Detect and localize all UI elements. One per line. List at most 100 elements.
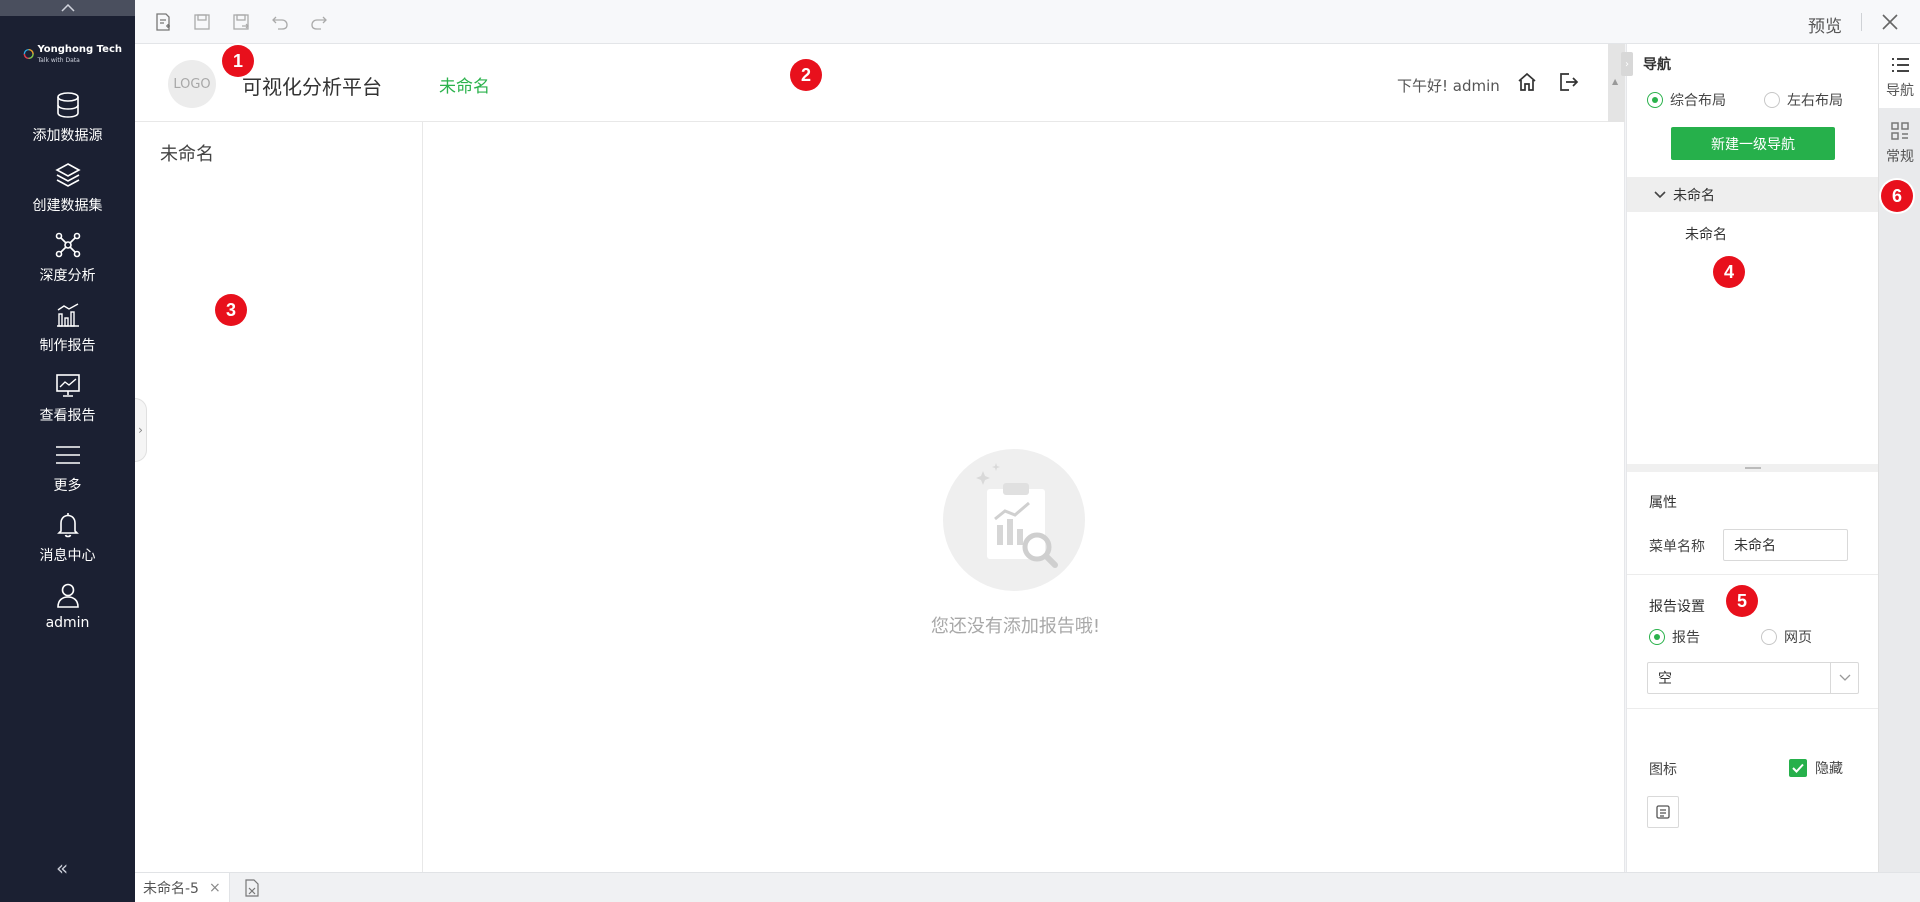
- nav-tree-parent-item[interactable]: 未命名: [1627, 177, 1879, 212]
- tab-general[interactable]: 常规: [1879, 110, 1920, 174]
- bar-chart-icon: [56, 303, 79, 327]
- annotation-marker-6: 6: [1881, 180, 1913, 212]
- report-select[interactable]: 空: [1647, 662, 1859, 694]
- icon-picker-button[interactable]: [1647, 796, 1679, 828]
- sidebar-item-more[interactable]: 更多: [0, 436, 135, 506]
- save-as-icon[interactable]: [230, 11, 252, 33]
- chevron-up-icon: [60, 4, 75, 12]
- annotation-marker-4: 4: [1713, 256, 1745, 288]
- tab-label: 导航: [1886, 82, 1914, 99]
- sidebar-item-add-datasource[interactable]: 添加数据源: [0, 86, 135, 156]
- top-nav-item[interactable]: 未命名: [439, 72, 490, 97]
- sidebar-item-label: 深度分析: [39, 268, 96, 284]
- tab-label: 常规: [1886, 148, 1914, 165]
- bottom-tab-bar: 未命名-5 ×: [135, 872, 1920, 902]
- hide-checkbox[interactable]: 隐藏: [1789, 758, 1843, 778]
- menu-name-input[interactable]: 未命名: [1723, 529, 1848, 561]
- double-chevron-left-icon[interactable]: «: [56, 856, 68, 880]
- sidebar-nav: 添加数据源 创建数据集 深度分析 制作报告 查看报告 更多 消息中心 admin: [0, 86, 135, 646]
- layout-option-left-right[interactable]: 左右布局: [1764, 90, 1843, 110]
- add-sheet-icon[interactable]: [243, 879, 261, 897]
- undo-icon[interactable]: [269, 11, 291, 33]
- report-type-label: 报告: [1672, 630, 1700, 646]
- brand-logo[interactable]: Yonghong Tech Talk with Data: [22, 32, 122, 76]
- layers-icon: [54, 163, 81, 187]
- list-icon: [1892, 57, 1909, 72]
- panel-collapse-handle[interactable]: ›: [1621, 52, 1633, 76]
- tab-navigation[interactable]: 导航: [1879, 44, 1920, 108]
- save-icon[interactable]: [191, 11, 213, 33]
- layout-option-combined[interactable]: 综合布局: [1647, 90, 1726, 110]
- brand-name: Yonghong Tech: [37, 43, 122, 55]
- empty-report-illustration: [943, 449, 1085, 591]
- bell-icon: [56, 513, 79, 538]
- sidebar-item-message-center[interactable]: 消息中心: [0, 506, 135, 576]
- toolbar-divider: [1861, 13, 1862, 31]
- icon-label: 图标: [1649, 762, 1677, 778]
- annotation-marker-5: 5: [1726, 585, 1758, 617]
- radio-checked-icon: [1647, 92, 1663, 108]
- sidebar-item-label: 查看报告: [39, 408, 96, 424]
- redo-icon[interactable]: [308, 11, 330, 33]
- empty-state: 您还没有添加报告哦!: [423, 122, 1608, 872]
- monitor-chart-icon: [55, 374, 80, 397]
- chevron-down-icon[interactable]: [1830, 663, 1858, 693]
- sidebar-item-label: admin: [45, 615, 90, 631]
- sidebar-item-user[interactable]: admin: [0, 576, 135, 646]
- document-tab[interactable]: 未命名-5 ×: [135, 873, 230, 902]
- chevron-down-icon[interactable]: [1653, 188, 1667, 202]
- sidebar-item-make-report[interactable]: 制作报告: [0, 296, 135, 366]
- sidebar-item-deep-analysis[interactable]: 深度分析: [0, 226, 135, 296]
- empty-state-message: 您还没有添加报告哦!: [930, 616, 1101, 637]
- close-icon[interactable]: [1878, 10, 1902, 34]
- new-doc-icon[interactable]: [152, 11, 174, 33]
- report-select-value: 空: [1658, 671, 1672, 687]
- navigation-property-panel: › 导航 综合布局 左右布局 新建一级导航 未命名 未命名 属性 菜单名称 未命…: [1621, 44, 1879, 872]
- database-icon: [56, 92, 79, 118]
- menu-name-label: 菜单名称: [1649, 539, 1705, 555]
- nav-tree-child-item[interactable]: 未命名: [1685, 224, 1727, 244]
- document-icon: [1656, 805, 1670, 819]
- tab-close-icon[interactable]: ×: [209, 880, 221, 896]
- report-type-webpage[interactable]: 网页: [1761, 627, 1812, 647]
- report-type-report[interactable]: 报告: [1649, 627, 1700, 647]
- logout-icon[interactable]: [1556, 70, 1580, 94]
- user-icon: [56, 583, 79, 608]
- sidebar-item-label: 添加数据源: [32, 128, 103, 144]
- layout-option-label: 左右布局: [1787, 93, 1843, 109]
- report-settings-title: 报告设置: [1649, 599, 1705, 615]
- divider: [1627, 574, 1879, 575]
- greeting-text: 下午好! admin: [1397, 77, 1500, 95]
- report-type-label: 网页: [1784, 630, 1812, 646]
- sidebar-collapse-top-button[interactable]: [0, 0, 135, 16]
- properties-title: 属性: [1649, 495, 1677, 511]
- new-top-level-nav-button[interactable]: 新建一级导航: [1671, 127, 1835, 160]
- sidebar-item-label: 制作报告: [39, 338, 96, 354]
- divider: [1627, 708, 1879, 709]
- annotation-marker-3: 3: [215, 294, 247, 326]
- nav-tree-parent-label: 未命名: [1673, 187, 1715, 204]
- left-menu-expand-handle[interactable]: ›: [135, 398, 147, 462]
- menu-icon: [55, 446, 80, 464]
- side-tab-strip: 导航 常规: [1878, 44, 1920, 872]
- nav-section-title: 导航: [1643, 57, 1671, 73]
- preview-button[interactable]: 预览: [1808, 12, 1842, 37]
- network-icon: [55, 232, 80, 258]
- sidebar-item-label: 更多: [53, 478, 82, 494]
- app-title: 可视化分析平台: [242, 75, 382, 99]
- home-icon[interactable]: [1515, 70, 1539, 94]
- sidebar-item-label: 消息中心: [39, 548, 96, 564]
- scroll-up-icon[interactable]: ▲: [1612, 77, 1618, 86]
- report-canvas: LOGO 可视化分析平台 未命名 下午好! admin ▲ 未命名 › 您还没有…: [135, 44, 1625, 872]
- layout-option-label: 综合布局: [1670, 93, 1726, 109]
- app-header[interactable]: LOGO 可视化分析平台 未命名 下午好! admin: [135, 44, 1608, 122]
- sidebar-item-create-dataset[interactable]: 创建数据集: [0, 156, 135, 226]
- panel-splitter[interactable]: [1627, 464, 1879, 472]
- left-menu-item[interactable]: 未命名: [160, 140, 214, 166]
- hide-label: 隐藏: [1815, 761, 1843, 777]
- radio-unchecked-icon: [1764, 92, 1780, 108]
- app-logo[interactable]: LOGO: [168, 60, 216, 108]
- sidebar-item-view-report[interactable]: 查看报告: [0, 366, 135, 436]
- top-toolbar: 预览: [135, 0, 1920, 44]
- checkbox-checked-icon: [1789, 759, 1807, 777]
